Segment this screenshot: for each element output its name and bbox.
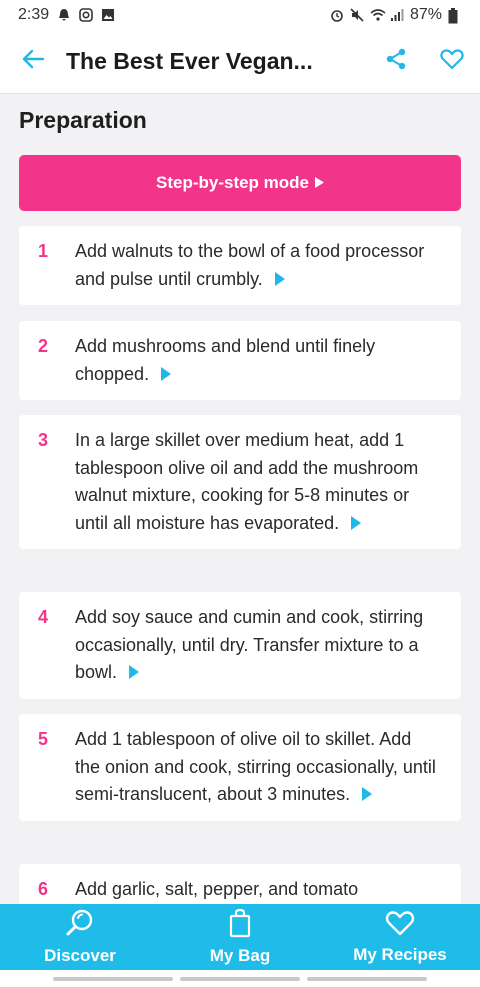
gesture-pill[interactable] xyxy=(179,976,300,981)
step-text: Add soy sauce and cumin and cook, stirri… xyxy=(75,607,424,682)
heart-icon xyxy=(440,48,464,75)
step-number: 4 xyxy=(38,607,49,627)
play-icon xyxy=(315,173,325,193)
gesture-bar xyxy=(0,970,480,987)
battery-percent: 87% xyxy=(409,6,442,23)
nav-discover-label: Discover xyxy=(44,946,116,965)
step-text: Add mushrooms and blend until finely cho… xyxy=(75,336,376,384)
step-number: 1 xyxy=(38,241,49,261)
step-card[interactable]: 4 Add soy sauce and cumin and cook, stir… xyxy=(19,592,461,699)
mute-icon xyxy=(350,8,364,22)
play-icon[interactable] xyxy=(351,515,362,530)
play-icon[interactable] xyxy=(129,665,140,679)
recipe-title: The Best Ever Vegan... xyxy=(66,48,313,74)
nav-discover[interactable]: Discover xyxy=(0,904,160,970)
nav-my-bag[interactable]: My Bag xyxy=(160,904,320,970)
notification-bell-icon xyxy=(57,8,71,22)
section-title: Preparation xyxy=(19,107,147,133)
step-card[interactable]: 1 Add walnuts to the bowl of a food proc… xyxy=(19,226,461,305)
nav-my-recipes[interactable]: My Recipes xyxy=(320,904,480,970)
share-button[interactable] xyxy=(368,30,424,94)
step-card[interactable]: 3 In a large skillet over medium heat, a… xyxy=(19,415,461,549)
bag-icon xyxy=(228,908,252,943)
bottom-navigation: Discover My Bag My Recipes xyxy=(0,904,480,970)
gesture-pill[interactable] xyxy=(306,976,427,981)
step-card[interactable]: 5 Add 1 tablespoon of olive oil to skill… xyxy=(19,714,461,821)
step-text: In a large skillet over medium heat, add… xyxy=(75,430,419,533)
step-number: 6 xyxy=(38,879,49,899)
gallery-icon xyxy=(101,8,115,22)
step-text: Add garlic, salt, pepper, and tomato xyxy=(75,879,359,899)
gesture-pill[interactable] xyxy=(53,976,174,981)
signal-icon xyxy=(390,8,404,22)
step-text: Add 1 tablespoon of olive oil to skillet… xyxy=(75,729,436,804)
battery-icon xyxy=(448,8,462,24)
wifi-icon xyxy=(370,8,386,22)
step-number: 2 xyxy=(38,336,49,356)
step-by-step-mode-button[interactable]: Step-by-step mode xyxy=(19,155,461,211)
back-button[interactable] xyxy=(0,30,66,94)
share-icon xyxy=(384,47,408,76)
step-text: Add walnuts to the bowl of a food proces… xyxy=(75,241,425,289)
nav-my-recipes-label: My Recipes xyxy=(353,945,447,964)
step-card[interactable]: 6 Add garlic, salt, pepper, and tomato xyxy=(19,864,461,904)
step-mode-label: Step-by-step mode xyxy=(155,173,310,192)
status-bar: 2:39 87% xyxy=(0,0,480,30)
instagram-icon xyxy=(79,8,93,22)
play-icon[interactable] xyxy=(274,271,285,286)
favorite-button[interactable] xyxy=(424,30,480,94)
play-icon[interactable] xyxy=(362,787,373,801)
discover-icon xyxy=(65,908,95,943)
nav-my-bag-label: My Bag xyxy=(209,946,271,965)
play-icon[interactable] xyxy=(161,366,172,381)
status-time: 2:39 xyxy=(18,6,50,23)
app-header: The Best Ever Vegan... xyxy=(0,30,480,94)
recipe-content[interactable]: Preparation Step-by-step mode 1 Add waln… xyxy=(0,95,480,904)
back-arrow-icon xyxy=(22,49,45,74)
step-number: 3 xyxy=(38,430,49,450)
step-card[interactable]: 2 Add mushrooms and blend until finely c… xyxy=(19,321,461,400)
heart-icon xyxy=(385,909,415,942)
alarm-icon xyxy=(330,8,344,22)
step-number: 5 xyxy=(38,729,49,749)
